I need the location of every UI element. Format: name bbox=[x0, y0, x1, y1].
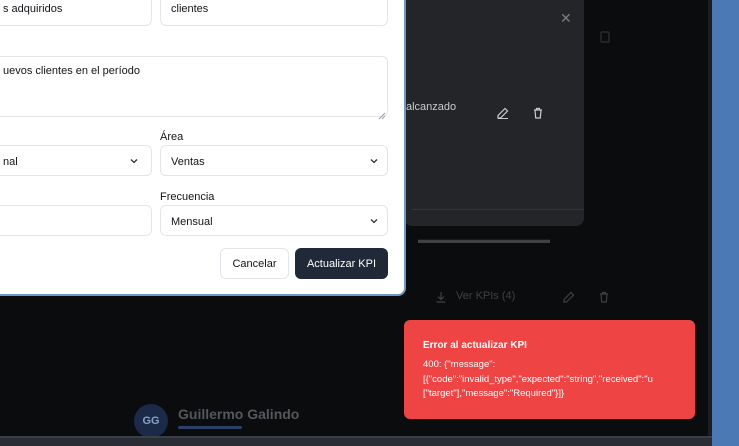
trash-icon bbox=[597, 290, 611, 304]
chevron-down-icon bbox=[369, 156, 379, 166]
toast-title: Error al actualizar KPI bbox=[423, 340, 527, 351]
unit-value: clientes bbox=[171, 3, 209, 15]
area-value: Ventas bbox=[171, 156, 205, 168]
view-kpis-link[interactable]: Ver KPIs (4) bbox=[456, 290, 515, 302]
frequency-value: Mensual bbox=[171, 216, 213, 228]
person-name: Guillermo Galindo bbox=[178, 406, 300, 422]
area-label: Área bbox=[160, 131, 184, 143]
unit-input[interactable]: clientes bbox=[160, 0, 388, 26]
trash-icon[interactable] bbox=[531, 106, 545, 120]
background-card-text: alcanzado bbox=[406, 101, 457, 113]
cancel-button[interactable]: Cancelar bbox=[220, 248, 289, 279]
taskbar bbox=[0, 436, 712, 446]
download-icon bbox=[434, 290, 448, 304]
kpi-name-input[interactable]: s adquiridos bbox=[0, 0, 152, 26]
error-toast: Error al actualizar KPI 400: {"message":… bbox=[404, 320, 695, 419]
desktop-background bbox=[712, 0, 739, 446]
type-select[interactable]: nal bbox=[0, 145, 152, 176]
description-textarea[interactable]: uevos clientes en el período bbox=[0, 56, 388, 120]
resize-grip-icon[interactable] bbox=[378, 107, 386, 120]
chevron-down-icon bbox=[129, 156, 139, 166]
target-input[interactable] bbox=[0, 205, 152, 236]
document-icon bbox=[598, 30, 612, 44]
area-select[interactable]: Ventas bbox=[160, 145, 388, 176]
type-value: nal bbox=[3, 156, 18, 168]
person-role-bar bbox=[178, 426, 242, 429]
divider bbox=[412, 209, 584, 210]
avatar: GG bbox=[134, 404, 168, 438]
description-value: uevos clientes en el período bbox=[3, 65, 140, 77]
edit-kpi-dialog: s adquiridos clientes uevos clientes en … bbox=[0, 0, 406, 296]
toast-message: 400: {"message": [{"code":"invalid_type"… bbox=[423, 359, 653, 399]
frequency-select[interactable]: Mensual bbox=[160, 205, 388, 236]
background-kpi-card bbox=[404, 0, 584, 226]
chevron-down-icon bbox=[369, 216, 379, 226]
edit-icon bbox=[562, 290, 576, 304]
kpi-name-value: s adquiridos bbox=[3, 3, 63, 15]
edit-icon[interactable] bbox=[496, 106, 510, 120]
update-kpi-button[interactable]: Actualizar KPI bbox=[295, 248, 388, 279]
close-icon[interactable]: ✕ bbox=[560, 10, 572, 27]
background-dim-text: ▬▬▬▬▬▬▬▬▬▬▬▬ bbox=[418, 234, 550, 246]
frequency-label: Frecuencia bbox=[160, 191, 215, 203]
